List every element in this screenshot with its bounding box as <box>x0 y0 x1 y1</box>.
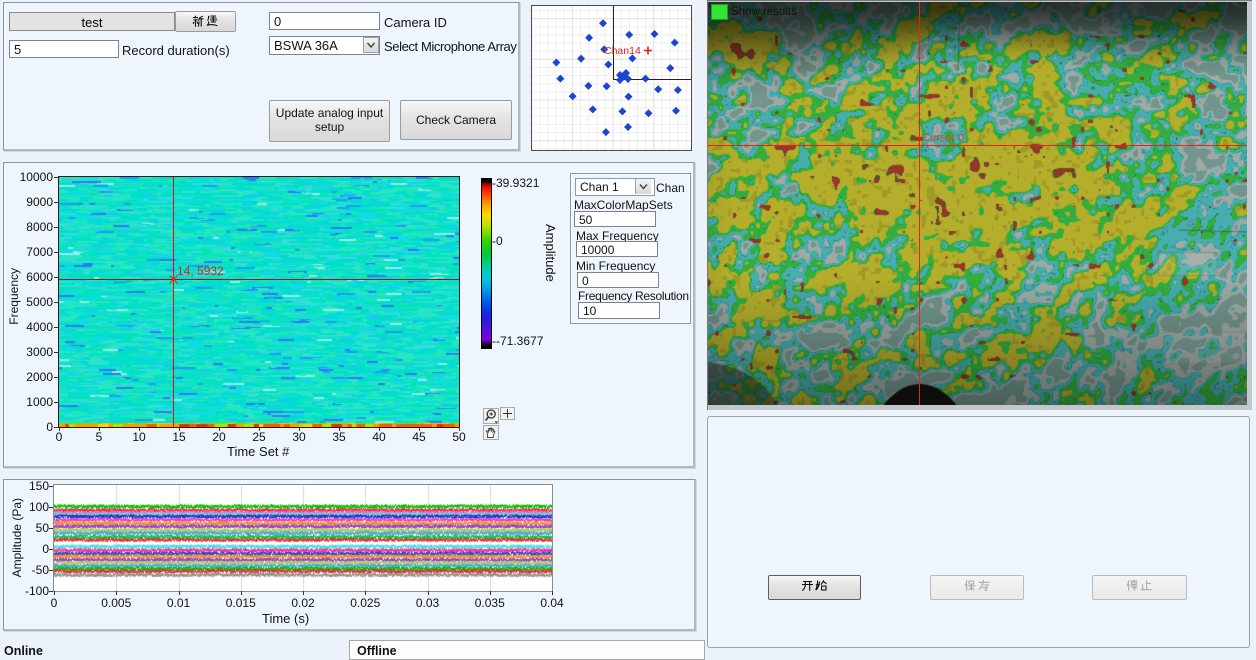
svg-text:Chan14: Chan14 <box>604 45 641 57</box>
